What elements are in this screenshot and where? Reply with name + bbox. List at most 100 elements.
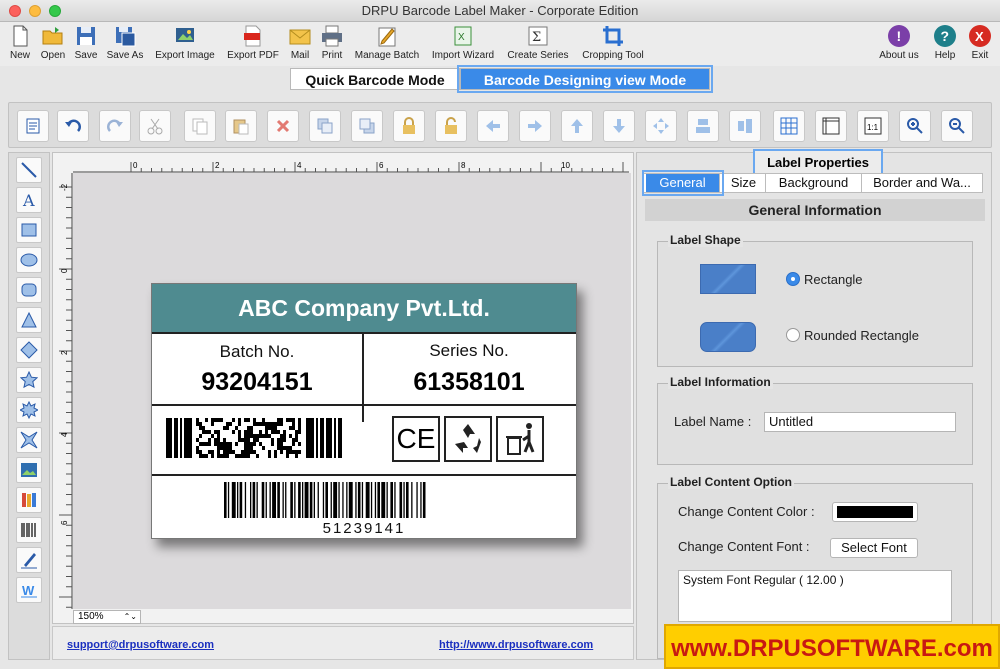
cropping-tool-button[interactable]: Cropping Tool <box>578 24 648 61</box>
cut-button[interactable] <box>139 110 171 142</box>
save-as-button[interactable]: Save As <box>104 24 146 61</box>
ruler-top-label-8: 8 <box>461 161 466 170</box>
redo-button[interactable] <box>99 110 131 142</box>
barcode-module <box>256 422 259 426</box>
move-up-button[interactable] <box>561 110 593 142</box>
barcode-module <box>265 422 268 426</box>
open-button[interactable]: Open <box>38 24 68 61</box>
design-canvas[interactable]: ABC Company Pvt.Ltd. Batch No. 93204151 … <box>73 173 631 609</box>
actual-size-button[interactable]: 1:1 <box>857 110 889 142</box>
barcode-module <box>274 450 277 454</box>
label-information-title: Label Information <box>668 375 773 389</box>
signature-tool[interactable] <box>16 547 42 573</box>
symbol-group[interactable]: CE <box>392 416 546 462</box>
manage-batch-button[interactable]: Manage Batch <box>352 24 422 61</box>
move-left-button[interactable] <box>477 110 509 142</box>
quick-barcode-mode-tab[interactable]: Quick Barcode Mode <box>290 68 460 90</box>
create-series-button[interactable]: Σ Create Series <box>504 24 572 61</box>
help-button[interactable]: ? Help <box>930 24 960 61</box>
rounded-rectangle-radio[interactable] <box>786 328 800 342</box>
zoom-select[interactable]: 150% ⌃⌄ <box>73 610 141 624</box>
rounded-shape-preview[interactable] <box>700 322 756 352</box>
label-name-input[interactable]: Untitled <box>764 412 956 432</box>
bring-forward-button[interactable] <box>309 110 341 142</box>
sparkle-tool[interactable] <box>16 427 42 453</box>
barcode-number-text[interactable]: 51239141 <box>152 520 576 537</box>
center-button[interactable] <box>645 110 677 142</box>
barcode-bar <box>381 482 386 518</box>
print-button[interactable]: Print <box>318 24 346 61</box>
export-image-icon <box>176 28 194 42</box>
ellipse-tool[interactable] <box>16 247 42 273</box>
tab-background[interactable]: Background <box>766 174 862 192</box>
barcode-module <box>247 434 250 438</box>
rounded-rectangle-option-label[interactable]: Rounded Rectangle <box>804 328 919 343</box>
properties-tool[interactable] <box>17 110 49 142</box>
content-font-display: System Font Regular ( 12.00 ) <box>678 570 952 622</box>
exit-button[interactable]: X Exit <box>966 24 994 61</box>
barcode-module <box>220 442 223 446</box>
rectangle-radio[interactable] <box>786 272 800 286</box>
tab-general[interactable]: General <box>642 170 724 196</box>
rectangle-tool[interactable] <box>16 217 42 243</box>
library-tool[interactable] <box>16 487 42 513</box>
pdf417-barcode[interactable] <box>166 418 348 458</box>
barcode-module <box>217 442 220 446</box>
burst-tool[interactable] <box>16 397 42 423</box>
barcode-bar <box>322 482 325 518</box>
new-button[interactable]: New <box>6 24 34 61</box>
label-properties-panel: Label Properties General Size Background… <box>636 149 992 660</box>
move-right-button[interactable] <box>519 110 551 142</box>
batch-value[interactable]: 93204151 <box>152 368 362 397</box>
text-tool[interactable]: A <box>16 187 42 213</box>
copy-button[interactable] <box>184 110 216 142</box>
align-vertical-button[interactable] <box>687 110 719 142</box>
rectangle-option-label[interactable]: Rectangle <box>804 272 863 287</box>
zoom-in-button[interactable] <box>899 110 931 142</box>
designing-view-mode-tab[interactable]: Barcode Designing view Mode <box>457 65 713 93</box>
support-email-link[interactable]: support@drpusoftware.com <box>67 639 214 651</box>
triangle-tool[interactable] <box>16 307 42 333</box>
move-down-button[interactable] <box>603 110 635 142</box>
star-tool[interactable] <box>16 367 42 393</box>
barcode-module <box>262 418 265 422</box>
ruler-view-button[interactable] <box>815 110 847 142</box>
barcode-module <box>280 434 283 438</box>
select-font-button[interactable]: Select Font <box>830 538 918 558</box>
zoom-out-button[interactable] <box>941 110 973 142</box>
export-image-button[interactable]: Export Image <box>152 24 218 61</box>
tab-size[interactable]: Size <box>722 174 766 192</box>
batch-caption[interactable]: Batch No. <box>152 342 362 362</box>
tab-border-watermark[interactable]: Border and Wa... <box>862 174 982 192</box>
align-horizontal-button[interactable] <box>729 110 761 142</box>
grid-button[interactable] <box>773 110 805 142</box>
barcode-module <box>214 430 217 434</box>
image-tool[interactable] <box>16 457 42 483</box>
lock-button[interactable] <box>393 110 425 142</box>
mail-button[interactable]: Mail <box>288 24 312 61</box>
rectangle-shape-preview[interactable] <box>700 264 756 294</box>
about-us-button[interactable]: ! About us <box>876 24 922 61</box>
undo-button[interactable] <box>57 110 89 142</box>
series-value[interactable]: 61358101 <box>364 368 574 397</box>
unlock-button[interactable] <box>435 110 467 142</box>
website-link[interactable]: http://www.drpusoftware.com <box>439 639 593 651</box>
diamond-tool[interactable] <box>16 337 42 363</box>
barcode-module <box>217 434 220 438</box>
barcode-label[interactable]: ABC Company Pvt.Ltd. Batch No. 93204151 … <box>151 283 577 539</box>
barcode-module <box>271 438 274 442</box>
import-wizard-button[interactable]: X Import Wizard <box>428 24 498 61</box>
delete-button[interactable] <box>267 110 299 142</box>
export-pdf-button[interactable]: Export PDF <box>224 24 282 61</box>
linear-barcode[interactable] <box>224 482 504 518</box>
watermark-tool[interactable]: W <box>16 577 42 603</box>
series-caption[interactable]: Series No. <box>364 341 574 361</box>
company-name-text[interactable]: ABC Company Pvt.Ltd. <box>152 284 576 332</box>
line-tool[interactable] <box>16 157 42 183</box>
paste-button[interactable] <box>225 110 257 142</box>
rounded-rectangle-tool[interactable] <box>16 277 42 303</box>
content-color-picker[interactable] <box>832 502 918 522</box>
barcode-tool[interactable] <box>16 517 42 543</box>
send-backward-button[interactable] <box>351 110 383 142</box>
save-button[interactable]: Save <box>72 24 100 61</box>
